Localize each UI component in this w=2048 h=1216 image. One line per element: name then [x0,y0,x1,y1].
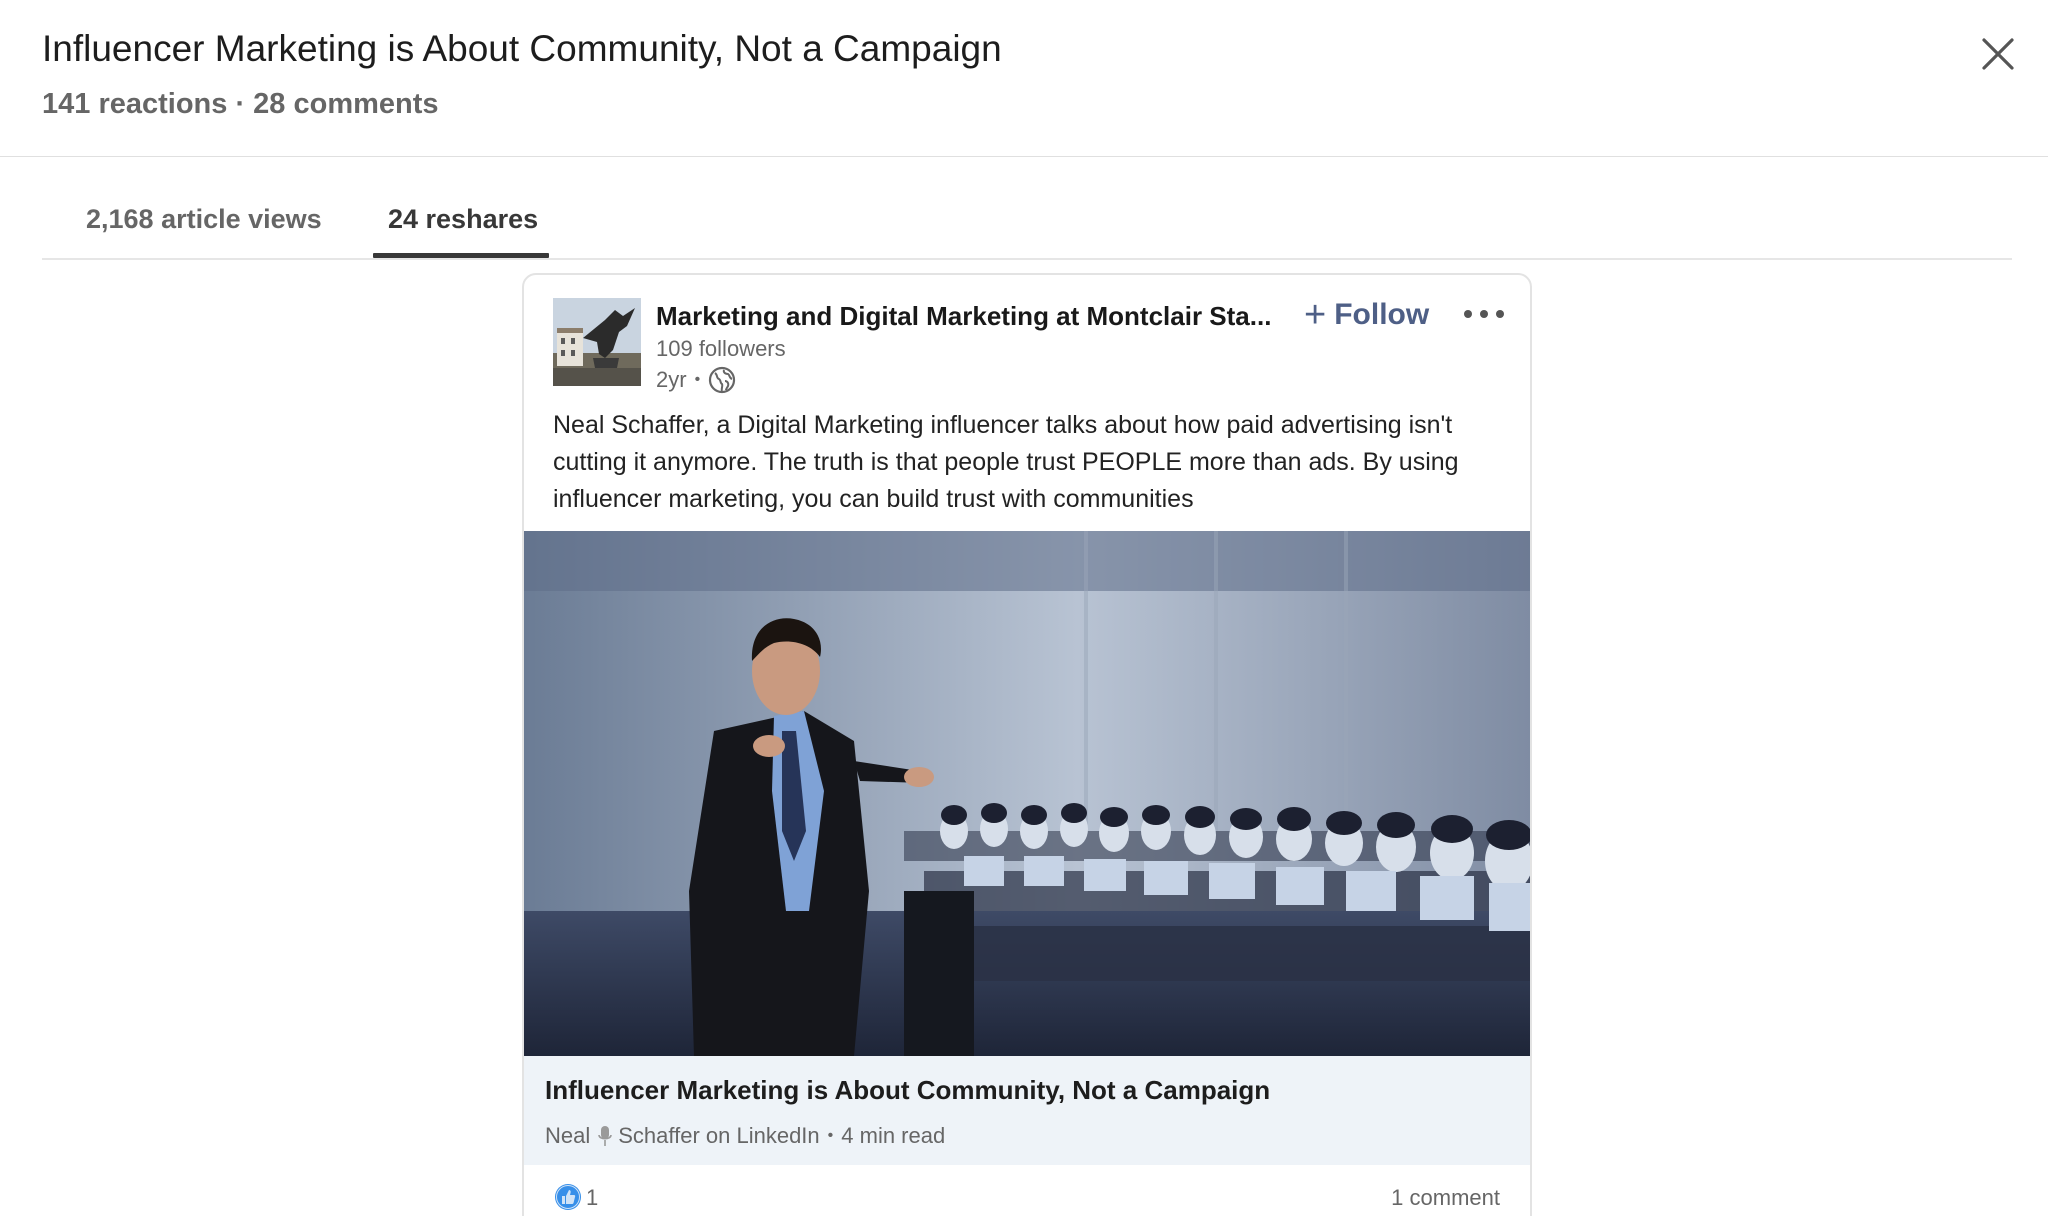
analytics-tabs: 2,168 article views 24 reshares [42,190,2012,260]
author-avatar[interactable] [553,298,641,386]
follow-button[interactable]: + Follow [1304,295,1429,335]
follower-count: 109 followers [656,336,786,361]
separator-dot: • [694,371,701,388]
microphone-icon [598,1126,613,1146]
post-body-text: Neal Schaffer, a Digital Marketing influ… [553,411,1459,513]
active-tab-indicator [373,253,549,258]
social-counts: 1 1 comment [524,1165,1530,1216]
article-title[interactable]: Influencer Marketing is About Community,… [545,1075,1270,1106]
article-author-rest: Schaffer on LinkedIn [618,1123,820,1148]
reaction-count[interactable]: 1 [586,1185,598,1211]
separator-dot: • [827,1127,834,1144]
reshare-post-card: Marketing and Digital Marketing at Montc… [522,273,1532,1216]
article-preview[interactable]: Influencer Marketing is About Community,… [524,1056,1530,1165]
more-options-button[interactable] [1459,302,1509,326]
post-meta: 2yr • [656,365,736,395]
tab-article-views[interactable]: 2,168 article views [86,204,322,235]
more-options-icon [1464,310,1504,318]
tab-reshares[interactable]: 24 reshares [388,204,538,235]
article-cover-image[interactable] [524,531,1530,1056]
article-byline: Neal Schaffer on LinkedIn • 4 min read [545,1123,945,1149]
read-time: 4 min read [841,1123,946,1148]
post-timestamp: 2yr [656,367,687,392]
comment-count[interactable]: 1 comment [1391,1185,1500,1211]
close-button[interactable] [1976,32,2020,76]
modal-title: Influencer Marketing is About Community,… [42,28,1002,69]
plus-icon: + [1304,294,1327,336]
globe-icon [709,366,736,394]
like-reaction-icon[interactable] [554,1183,582,1211]
close-icon [1982,38,2014,70]
reactions-comments-summary[interactable]: 141 reactions · 28 comments [42,88,439,121]
article-author-first: Neal [545,1123,591,1148]
follow-label: Follow [1334,298,1430,331]
author-name[interactable]: Marketing and Digital Marketing at Montc… [656,301,1271,332]
modal-header: Influencer Marketing is About Community,… [0,0,2048,157]
